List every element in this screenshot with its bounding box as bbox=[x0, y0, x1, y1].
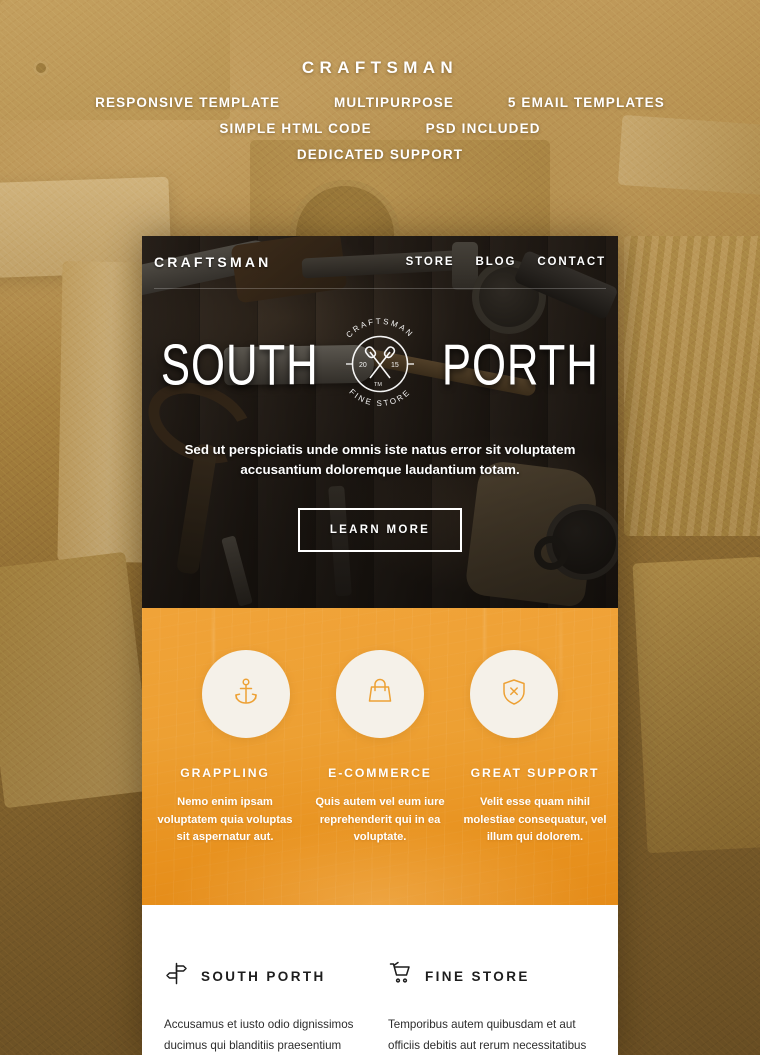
feature-title: GRAPPLING bbox=[180, 766, 270, 780]
email-bottom-section: SOUTH PORTH Accusamus et iusto odio dign… bbox=[142, 905, 618, 1055]
email-template-card: CRAFTSMAN STORE BLOG CONTACT SOUTH 20 15… bbox=[142, 236, 618, 1055]
bottom-heading-row: FINE STORE bbox=[388, 961, 596, 991]
feature-description: Nemo enim ipsam voluptatem quia voluptas… bbox=[157, 796, 293, 844]
features-content: GRAPPLING Nemo enim ipsam voluptatem qui… bbox=[142, 608, 618, 847]
anchor-icon bbox=[229, 675, 263, 714]
hero-logo-lockup: SOUTH 20 15 TM CRAFTSMAN FINE STORE PORT… bbox=[142, 310, 618, 418]
feature-icon-circle-ecommerce bbox=[336, 650, 424, 738]
shield-x-icon bbox=[497, 675, 531, 714]
signpost-icon bbox=[164, 961, 189, 991]
promo-feature: SIMPLE HTML CODE bbox=[219, 121, 372, 136]
promo-title: CRAFTSMAN bbox=[301, 58, 459, 77]
feature-icon-circle-grappling bbox=[202, 650, 290, 738]
bottom-body: Accusamus et iusto odio dignissimos duci… bbox=[164, 1018, 354, 1052]
promo-feature: PSD INCLUDED bbox=[425, 121, 541, 136]
shopping-bag-icon bbox=[363, 675, 397, 714]
bottom-column-fine-store: FINE STORE Temporibus autem quibusdam et… bbox=[388, 961, 596, 1055]
promo-feature-row-3: DEDICATED SUPPORT bbox=[0, 147, 760, 162]
promo-feature: MULTIPURPOSE bbox=[334, 95, 455, 110]
bottom-heading-row: SOUTH PORTH bbox=[164, 961, 372, 991]
feature-description: Quis autem vel eum iure reprehenderit qu… bbox=[315, 796, 445, 844]
feature-text-row: GRAPPLING Nemo enim ipsam voluptatem qui… bbox=[142, 766, 618, 847]
email-hero-section: CRAFTSMAN STORE BLOG CONTACT SOUTH 20 15… bbox=[142, 236, 618, 608]
bottom-heading: SOUTH PORTH bbox=[201, 968, 326, 984]
hero-subtitle: Sed ut perspiciatis unde omnis iste natu… bbox=[184, 442, 576, 477]
email-features-section: GRAPPLING Nemo enim ipsam voluptatem qui… bbox=[142, 608, 618, 905]
svg-text:20: 20 bbox=[359, 362, 367, 369]
feature-description: Velit esse quam nihil molestiae consequa… bbox=[463, 796, 607, 844]
shopping-cart-icon bbox=[388, 961, 413, 991]
craftsman-badge-icon: 20 15 TM CRAFTSMAN FINE STORE bbox=[328, 312, 432, 416]
feature-column-support: GREAT SUPPORT Velit esse quam nihil mole… bbox=[458, 766, 613, 847]
feature-icon-row bbox=[142, 650, 618, 738]
promo-header: CRAFTSMAN RESPONSIVE TEMPLATE MULTIPURPO… bbox=[0, 0, 760, 228]
feature-column-ecommerce: E-COMMERCE Quis autem vel eum iure repre… bbox=[303, 766, 458, 847]
hero-logo-left: SOUTH bbox=[160, 331, 319, 397]
bottom-column-south-porth: SOUTH PORTH Accusamus et iusto odio dign… bbox=[164, 961, 372, 1055]
learn-more-button[interactable]: LEARN MORE bbox=[297, 508, 463, 553]
promo-feature: DEDICATED SUPPORT bbox=[296, 147, 464, 162]
svg-text:FINE STORE: FINE STORE bbox=[348, 387, 413, 408]
promo-feature-row-2: SIMPLE HTML CODE PSD INCLUDED bbox=[0, 121, 760, 136]
promo-feature: RESPONSIVE TEMPLATE bbox=[95, 95, 281, 110]
feature-title: GREAT SUPPORT bbox=[470, 766, 600, 780]
hero-content: SOUTH 20 15 TM CRAFTSMAN FINE STORE PORT… bbox=[142, 236, 618, 608]
promo-feature-row-1: RESPONSIVE TEMPLATE MULTIPURPOSE 5 EMAIL… bbox=[0, 95, 760, 110]
promo-feature: 5 EMAIL TEMPLATES bbox=[507, 95, 665, 110]
feature-column-grappling: GRAPPLING Nemo enim ipsam voluptatem qui… bbox=[148, 766, 303, 847]
bottom-heading: FINE STORE bbox=[425, 968, 530, 984]
svg-text:TM: TM bbox=[374, 382, 382, 388]
hero-logo-right: PORTH bbox=[442, 331, 600, 397]
bottom-body: Temporibus autem quibusdam et aut offici… bbox=[388, 1018, 587, 1052]
feature-title: E-COMMERCE bbox=[328, 766, 432, 780]
feature-icon-circle-support bbox=[470, 650, 558, 738]
svg-text:15: 15 bbox=[391, 362, 399, 369]
